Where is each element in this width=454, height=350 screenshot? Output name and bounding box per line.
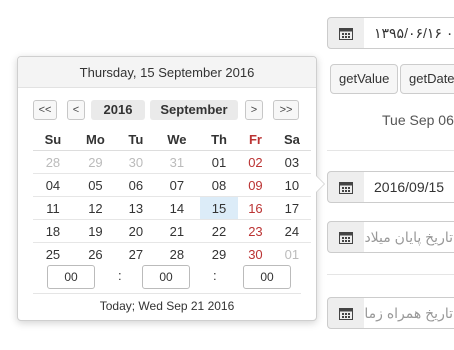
weekday-label: We	[153, 128, 200, 151]
prev-month-button[interactable]: <	[67, 100, 85, 120]
day-cell[interactable]: 06	[117, 173, 154, 197]
divider	[327, 274, 454, 275]
calendar-grid: Su Mo Tu We Th Fr Sa 28 29 30 31 01 02 0…	[33, 128, 311, 265]
next-year-button[interactable]: >>	[273, 100, 299, 120]
day-cell[interactable]: 02	[238, 150, 273, 174]
calendar-nav: << < 2016 September > >>	[33, 100, 303, 120]
day-cell[interactable]: 07	[153, 173, 200, 197]
day-cell[interactable]: 14	[153, 196, 200, 220]
week-row: 25 26 27 28 29 30 01	[33, 242, 311, 265]
day-cell[interactable]: 28	[153, 242, 200, 265]
week-row: 28 29 30 31 01 02 03	[33, 150, 311, 174]
day-cell[interactable]: 05	[72, 173, 118, 197]
day-cell-selected[interactable]: 15	[199, 196, 239, 220]
weekday-label: Tu	[117, 128, 154, 151]
day-cell[interactable]: 29	[199, 242, 239, 265]
time-separator: :	[213, 268, 217, 283]
day-cell[interactable]: 11	[33, 196, 73, 220]
prev-year-button[interactable]: <<	[33, 100, 57, 120]
calendar-addon-2[interactable]	[327, 171, 365, 203]
weekday-label: Th	[199, 128, 239, 151]
calendar-icon	[339, 181, 353, 194]
second-input[interactable]: 00	[243, 265, 291, 289]
calendar-icon	[339, 307, 353, 320]
day-cell[interactable]: 25	[33, 242, 73, 265]
time-separator: :	[118, 268, 122, 283]
day-cell[interactable]: 17	[272, 196, 311, 220]
weekday-label: Sa	[272, 128, 311, 151]
day-cell[interactable]: 23	[238, 219, 273, 243]
day-cell[interactable]: 29	[72, 150, 118, 174]
day-cell[interactable]: 22	[199, 219, 239, 243]
weekday-label: Mo	[72, 128, 118, 151]
date-output-text: Tue Sep 06	[382, 112, 454, 128]
datetime-input[interactable]: تاریخ همراه زمان	[364, 297, 454, 329]
divider	[33, 293, 301, 294]
week-row: 18 19 20 21 22 23 24	[33, 219, 311, 243]
day-cell[interactable]: 13	[117, 196, 154, 220]
day-cell[interactable]: 08	[199, 173, 239, 197]
day-cell[interactable]: 01	[272, 242, 311, 265]
time-selector: 00 : 00 : 00	[33, 265, 311, 289]
day-cell[interactable]: 12	[72, 196, 118, 220]
day-cell[interactable]: 18	[33, 219, 73, 243]
week-row: 04 05 06 07 08 09 10	[33, 173, 311, 197]
day-cell[interactable]: 01	[199, 150, 239, 174]
divider	[327, 150, 454, 151]
today-link[interactable]: Today; Wed Sep 21 2016	[18, 299, 316, 313]
day-cell[interactable]: 10	[272, 173, 311, 197]
day-cell[interactable]: 27	[117, 242, 154, 265]
week-row: 11 12 13 14 15 16 17	[33, 196, 311, 220]
get-value-button[interactable]: getValue	[330, 64, 399, 94]
day-cell[interactable]: 20	[117, 219, 154, 243]
calendar-icon	[339, 27, 353, 40]
day-cell[interactable]: 19	[72, 219, 118, 243]
calendar-icon	[339, 231, 353, 244]
get-date-button[interactable]: getDate	[400, 64, 454, 94]
calendar-addon-4[interactable]	[327, 297, 365, 329]
calendar-addon-3[interactable]	[327, 221, 365, 253]
day-cell[interactable]: 28	[33, 150, 73, 174]
day-cell[interactable]: 30	[117, 150, 154, 174]
calendar-addon-1[interactable]	[327, 17, 365, 49]
day-cell[interactable]: 16	[238, 196, 273, 220]
date-input-persian[interactable]: ۱۳۹۵/۰۶/۱۶ ۰	[364, 17, 454, 49]
end-date-input[interactable]: تاریخ پایان میلادی	[364, 221, 454, 253]
next-month-button[interactable]: >	[245, 100, 263, 120]
day-cell[interactable]: 26	[72, 242, 118, 265]
minute-input[interactable]: 00	[142, 265, 190, 289]
day-cell[interactable]: 03	[272, 150, 311, 174]
date-picker-popup: Thursday, 15 September 2016 << < 2016 Se…	[17, 56, 325, 321]
day-cell[interactable]: 21	[153, 219, 200, 243]
hour-input[interactable]: 00	[47, 265, 95, 289]
day-cell[interactable]: 24	[272, 219, 311, 243]
day-cell[interactable]: 04	[33, 173, 73, 197]
date-input-gregorian[interactable]: 2016/09/15	[364, 171, 454, 203]
selected-date-header: Thursday, 15 September 2016	[18, 57, 316, 88]
weekday-label: Su	[33, 128, 73, 151]
weekday-label: Fr	[238, 128, 273, 151]
month-select[interactable]: September	[150, 100, 238, 120]
year-select[interactable]: 2016	[91, 100, 145, 120]
weekday-row: Su Mo Tu We Th Fr Sa	[33, 128, 311, 151]
day-cell[interactable]: 31	[153, 150, 200, 174]
day-cell[interactable]: 09	[238, 173, 273, 197]
day-cell[interactable]: 30	[238, 242, 273, 265]
